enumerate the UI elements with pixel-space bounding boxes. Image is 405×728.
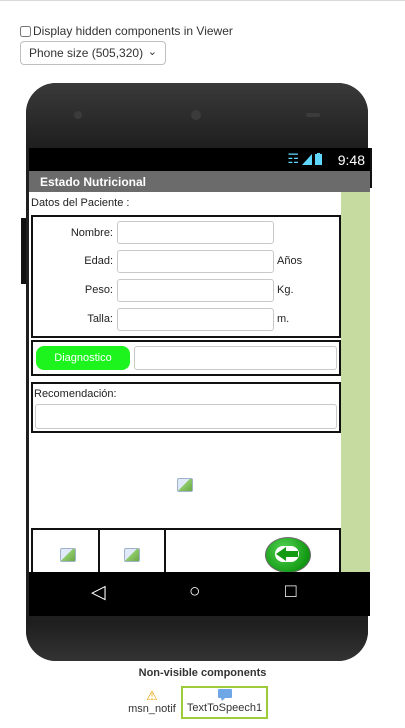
diagnostico-button[interactable]: Diagnostico (36, 346, 130, 370)
peso-unit: Kg. (277, 284, 294, 296)
nav-back-icon[interactable]: ◁ (91, 581, 106, 604)
non-visible-components-title: Non-visible components (138, 667, 267, 679)
phone-screen: ☶ 9:48 Estado Nutricional Datos del Paci… (29, 148, 370, 616)
nombre-input[interactable] (117, 221, 274, 244)
msn-notif-component[interactable]: ⚠ msn_notif (124, 688, 180, 716)
talla-unit: m. (277, 313, 290, 325)
chevron-down-icon: ⌄ (147, 46, 157, 58)
diagnostico-result-field[interactable] (134, 346, 337, 370)
app-title-bar: Estado Nutricional (29, 171, 370, 192)
msn-notif-label: msn_notif (128, 703, 176, 715)
talla-label: Talla: (87, 313, 113, 325)
recomendacion-field[interactable] (35, 404, 337, 429)
peso-label: Peso: (84, 284, 113, 296)
nav-recent-icon[interactable]: □ (285, 581, 296, 603)
recomendacion-box: Recomendación: (31, 382, 341, 433)
screen-right-strip (341, 192, 370, 572)
phone-size-select[interactable]: Phone size (505,320) ⌄ (20, 41, 166, 65)
earpiece-icon (191, 110, 201, 120)
screen-title: Estado Nutricional (40, 175, 147, 189)
texttospeech-component[interactable]: TextToSpeech1 (183, 689, 266, 714)
left-arrow-shaft (284, 551, 298, 557)
image-placeholder-icon (124, 548, 140, 562)
peso-input[interactable] (117, 279, 274, 302)
top-divider (0, 0, 405, 1)
result-image-icon (177, 478, 193, 492)
warning-icon: ⚠ (146, 688, 158, 703)
display-hidden-components-label: Display hidden components in Viewer (33, 24, 233, 38)
nombre-label: Nombre: (70, 227, 113, 239)
status-time: 9:48 (337, 152, 365, 168)
datos-paciente-label: Datos del Paciente : (31, 197, 130, 209)
volume-button (21, 218, 26, 284)
front-camera-icon (74, 111, 82, 119)
nav-home-icon[interactable]: ○ (189, 581, 200, 603)
display-hidden-components-checkbox-row[interactable]: Display hidden components in Viewer (20, 24, 233, 38)
phone-top-bezel (26, 83, 368, 149)
texttospeech-label: TextToSpeech1 (186, 702, 263, 714)
patient-form-box: Nombre: Edad: Años Peso: Kg. Talla: m. (31, 215, 341, 338)
talla-input[interactable] (117, 308, 274, 331)
diagnostico-box: Diagnostico (31, 340, 341, 376)
phone-size-value: Phone size (505,320) (29, 46, 144, 60)
sensor-icon (306, 113, 320, 117)
android-nav-bar: ◁ ○ □ (29, 572, 370, 616)
phone-bottom-bezel (26, 621, 368, 661)
screen-content: Datos del Paciente : Nombre: Edad: Años … (29, 192, 341, 581)
speech-bubble-icon (217, 689, 232, 701)
battery-icon (315, 153, 322, 165)
edad-unit: Años (277, 255, 303, 267)
edad-input[interactable] (117, 250, 274, 273)
image-placeholder-icon (60, 548, 76, 562)
status-bar: ☶ 9:48 (29, 148, 370, 171)
edad-label: Edad: (84, 255, 113, 267)
display-hidden-components-checkbox[interactable] (20, 25, 31, 37)
signal-icon (302, 153, 312, 165)
back-arrow-button[interactable] (265, 537, 311, 573)
recomendacion-label: Recomendación: (34, 388, 117, 400)
wifi-icon: ☶ (287, 151, 299, 166)
